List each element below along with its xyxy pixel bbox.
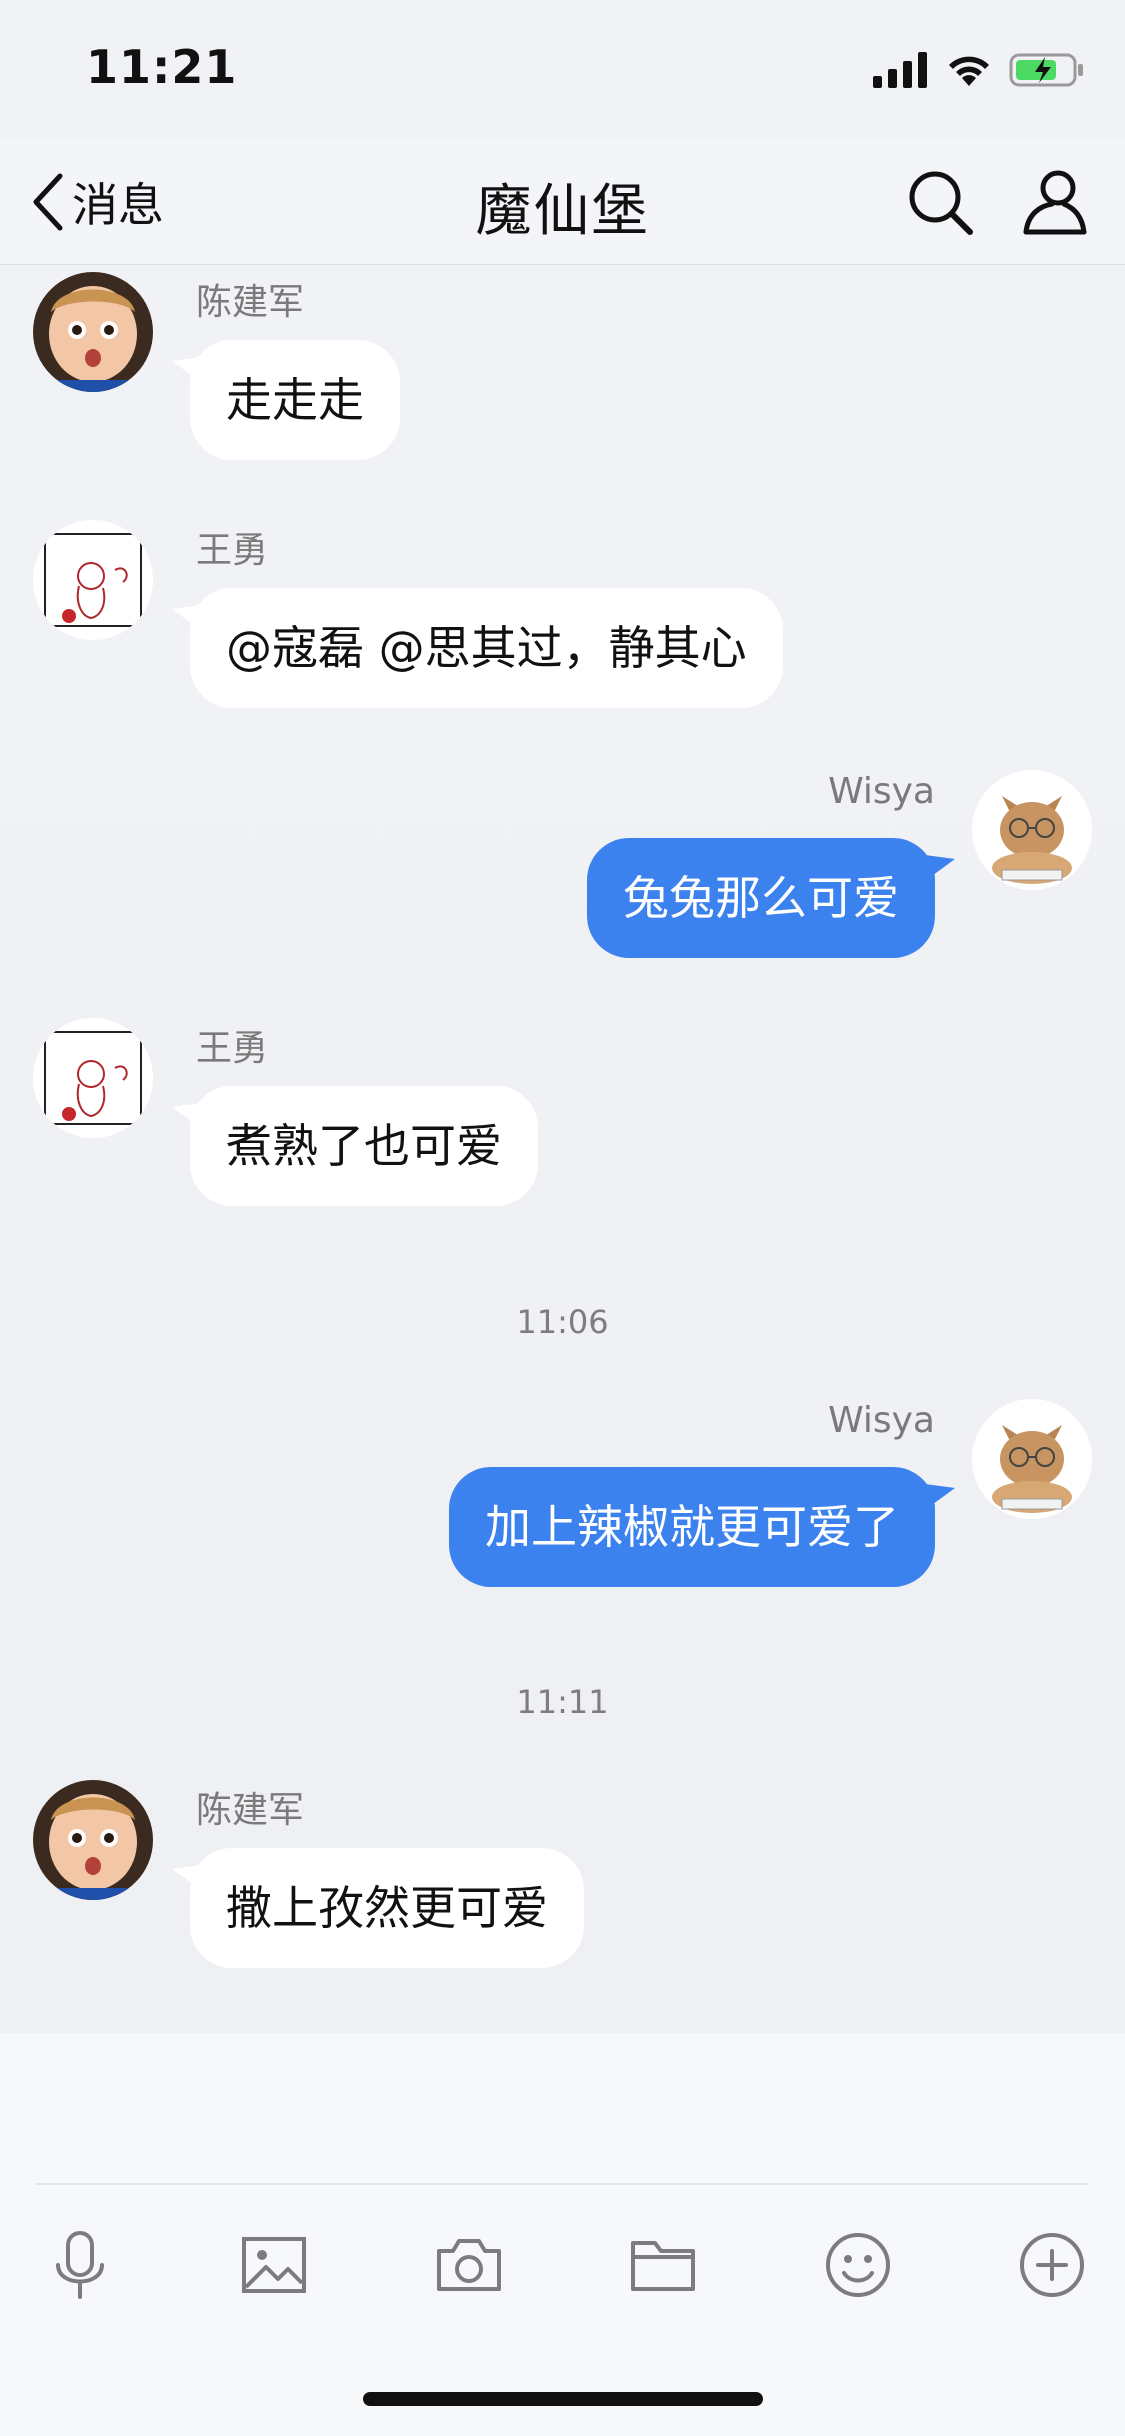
- sender-name: Wisya: [828, 1400, 935, 1441]
- boy-avatar-image: [33, 1780, 153, 1900]
- input-area: [0, 2033, 1125, 2436]
- avatar[interactable]: [33, 1780, 153, 1900]
- avatar[interactable]: [33, 520, 153, 640]
- divider: [36, 2183, 1089, 2185]
- camera-icon[interactable]: [429, 2225, 509, 2305]
- message-input[interactable]: [36, 2053, 1089, 2173]
- boy-avatar-image: [33, 272, 153, 392]
- wifi-icon: [949, 56, 989, 86]
- search-icon[interactable]: [904, 166, 976, 238]
- message-bubble[interactable]: 加上辣椒就更可爱了: [449, 1467, 935, 1587]
- message-bubble[interactable]: 走走走: [190, 340, 400, 460]
- folder-icon[interactable]: [623, 2225, 703, 2305]
- timestamp: 11:11: [516, 1683, 609, 1721]
- plus-icon[interactable]: [1012, 2225, 1092, 2305]
- status-icons: [873, 48, 1085, 92]
- status-time: 11:21: [86, 40, 238, 94]
- sketch-avatar-image: [33, 520, 153, 640]
- home-indicator[interactable]: [363, 2392, 763, 2406]
- message-bubble[interactable]: 煮熟了也可爱: [190, 1086, 538, 1206]
- status-bar: 11:21: [0, 0, 1125, 140]
- sender-name: Wisya: [828, 771, 935, 812]
- timestamp: 11:06: [516, 1303, 609, 1341]
- cat-avatar-image: [972, 1399, 1092, 1519]
- sender-name: 陈建军: [196, 1790, 305, 1831]
- avatar[interactable]: [972, 1399, 1092, 1519]
- cellular-signal-icon: [873, 52, 927, 88]
- navigation-bar: 消息 魔仙堡: [0, 140, 1125, 265]
- sender-name: 王勇: [196, 1028, 269, 1069]
- emoji-icon[interactable]: [818, 2225, 898, 2305]
- image-icon[interactable]: [234, 2225, 314, 2305]
- message-bubble[interactable]: @寇磊 @思其过，静其心: [190, 588, 783, 708]
- avatar[interactable]: [972, 770, 1092, 890]
- battery-icon: [1009, 53, 1083, 87]
- sender-name: 王勇: [196, 530, 269, 571]
- avatar[interactable]: [33, 272, 153, 392]
- microphone-icon[interactable]: [40, 2225, 120, 2305]
- sketch-avatar-image: [33, 1018, 153, 1138]
- message-list[interactable]: 陈建军 走走走 王勇 @寇磊 @思其过，静其心 Wisya 兔兔那么可爱 王勇 …: [0, 265, 1125, 2033]
- cat-avatar-image: [972, 770, 1092, 890]
- group-members-icon[interactable]: [1018, 166, 1090, 238]
- message-bubble[interactable]: 撒上孜然更可爱: [190, 1848, 584, 1968]
- avatar[interactable]: [33, 1018, 153, 1138]
- message-bubble[interactable]: 兔兔那么可爱: [587, 838, 935, 958]
- sender-name: 陈建军: [196, 282, 305, 323]
